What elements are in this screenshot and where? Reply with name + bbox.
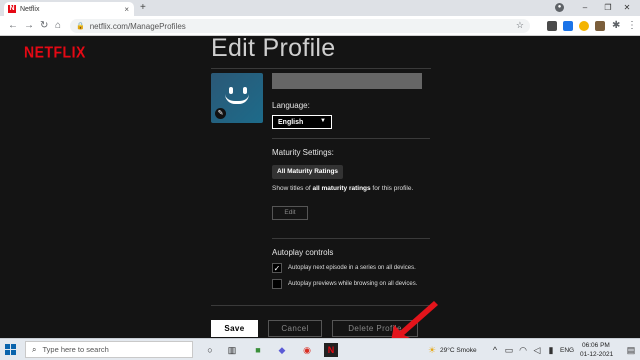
app-icon[interactable]: ■ — [251, 343, 265, 357]
back-arrow-icon[interactable]: ← — [8, 20, 18, 32]
lock-icon: 🔒 — [76, 23, 85, 30]
language-value: English — [278, 118, 304, 126]
language-select[interactable]: English ▼ — [272, 115, 332, 129]
extension-icon[interactable] — [579, 21, 589, 31]
extension-icon[interactable] — [547, 21, 557, 31]
autoplay-label: Autoplay controls — [272, 248, 334, 257]
title-divider — [211, 68, 431, 69]
netflix-favicon-icon: N — [8, 5, 16, 13]
show-hidden-icons-icon[interactable]: ^ — [488, 343, 502, 357]
tab-netflix[interactable]: N Netflix × — [4, 2, 134, 16]
profile-avatar-icon[interactable]: ● — [555, 3, 564, 12]
extension-icon[interactable] — [595, 21, 605, 31]
language-label: Language: — [272, 101, 310, 110]
maturity-info-bold: all maturity ratings — [312, 185, 371, 192]
pencil-icon[interactable]: ✎ — [215, 108, 226, 119]
page-content: NETFLIX Edit Profile ✎ Language: English… — [0, 37, 640, 338]
section-divider — [272, 138, 430, 139]
more-menu-icon[interactable]: ⋮ — [627, 20, 637, 32]
clock-date[interactable]: 01-12-2021 — [580, 351, 613, 358]
address-bar: ← → ↻ ⌂ 🔒 netflix.com/ManageProfiles ☆ ✱… — [0, 16, 640, 36]
maturity-info-prefix: Show titles of — [272, 185, 313, 192]
chrome-icon[interactable]: ◉ — [300, 343, 314, 357]
app-icon[interactable]: ◆ — [275, 343, 289, 357]
new-tab-button[interactable]: + — [140, 2, 146, 14]
tab-close-icon[interactable]: × — [124, 5, 129, 14]
search-placeholder: Type here to search — [42, 345, 109, 354]
maturity-info-suffix: for this profile. — [370, 185, 414, 192]
wifi-icon[interactable]: ◠ — [516, 343, 530, 357]
home-icon[interactable]: ⌂ — [55, 20, 61, 32]
maturity-info: Show titles of all maturity ratings for … — [272, 185, 413, 192]
save-button[interactable]: Save — [211, 320, 258, 337]
netflix-logo[interactable]: NETFLIX — [24, 43, 86, 61]
task-view-icon[interactable]: ▥ — [225, 343, 239, 357]
autoplay-next-row[interactable]: ✓ Autoplay next episode in a series on a… — [272, 263, 416, 273]
url-field[interactable]: 🔒 netflix.com/ManageProfiles ☆ — [70, 19, 530, 33]
windows-start-icon[interactable] — [5, 344, 16, 355]
edit-maturity-button[interactable]: Edit — [272, 206, 308, 220]
autoplay-previews-label: Autoplay previews while browsing on all … — [288, 281, 418, 287]
bookmark-star-icon[interactable]: ☆ — [516, 20, 524, 31]
cancel-button[interactable]: Cancel — [268, 320, 322, 337]
forward-arrow-icon[interactable]: → — [24, 20, 34, 32]
puzzle-extensions-icon[interactable]: ✱ — [612, 20, 620, 32]
cortana-circle-icon[interactable]: ○ — [203, 343, 217, 357]
search-icon: ⌕ — [32, 344, 37, 354]
url-text: netflix.com/ManageProfiles — [89, 21, 186, 31]
autoplay-previews-checkbox[interactable] — [272, 279, 282, 289]
weather-text[interactable]: 29°C Smoke — [440, 347, 477, 354]
close-window-button[interactable]: ✕ — [612, 0, 640, 16]
input-language[interactable]: ENG — [560, 347, 574, 354]
autoplay-previews-row[interactable]: Autoplay previews while browsing on all … — [272, 279, 417, 289]
maturity-label: Maturity Settings: — [272, 148, 334, 157]
profile-name-input[interactable] — [272, 73, 422, 89]
network-icon[interactable]: ▭ — [502, 343, 516, 357]
netflix-app-icon[interactable]: N — [324, 343, 338, 357]
avatar-eye — [243, 87, 247, 94]
page-title: Edit Profile — [211, 37, 336, 62]
windows-taskbar: ⌕ Type here to search ○ ▥ ■ ◆ ◉ N ☀ 29°C… — [0, 338, 640, 360]
notifications-icon[interactable]: ▤ — [624, 343, 638, 357]
avatar-eye — [229, 87, 233, 94]
extension-icon[interactable] — [563, 21, 573, 31]
maturity-badge: All Maturity Ratings — [272, 165, 344, 179]
autoplay-next-checkbox[interactable]: ✓ — [272, 263, 282, 273]
profile-avatar[interactable]: ✎ — [211, 73, 263, 123]
taskbar-search-input[interactable]: ⌕ Type here to search — [25, 341, 193, 358]
browser-tab-bar: N Netflix × + ● – ❐ ✕ — [0, 0, 640, 16]
tab-title: Netflix — [20, 5, 40, 13]
red-arrow-annotation — [391, 301, 438, 338]
reload-icon[interactable]: ↻ — [40, 20, 48, 32]
section-divider — [272, 238, 430, 239]
volume-icon[interactable]: ◁ — [530, 343, 544, 357]
battery-icon[interactable]: ▮ — [544, 343, 558, 357]
caret-down-icon: ▼ — [320, 118, 326, 124]
avatar-smile — [225, 94, 249, 104]
autoplay-next-label: Autoplay next episode in a series on all… — [288, 265, 416, 271]
clock-time[interactable]: 06:06 PM — [582, 342, 610, 349]
weather-sun-icon: ☀ — [427, 345, 437, 355]
